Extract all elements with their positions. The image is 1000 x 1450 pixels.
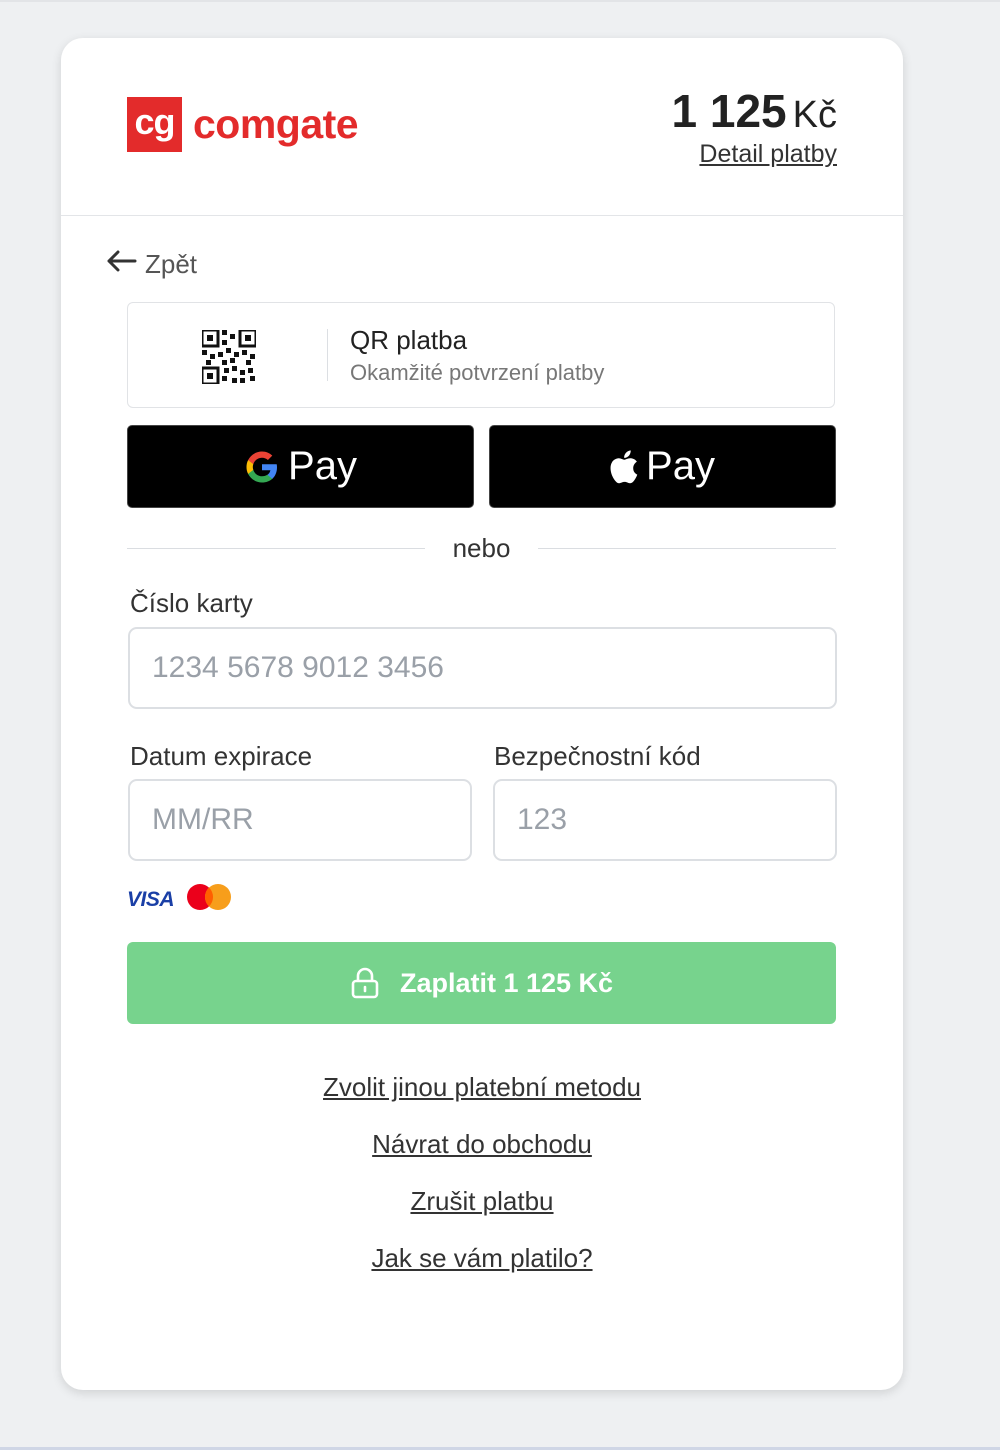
cancel-payment-link[interactable]: Zrušit platbu: [61, 1187, 903, 1244]
card-number-field: [128, 627, 837, 709]
google-g-icon: [244, 449, 280, 485]
footer-links: Zvolit jinou platební metodu Návrat do o…: [61, 1073, 903, 1301]
back-link[interactable]: Zpět: [105, 247, 197, 281]
return-to-shop-link[interactable]: Návrat do obchodu: [61, 1130, 903, 1187]
qr-payment-option[interactable]: QR platba Okamžité potvrzení platby: [127, 302, 835, 408]
lock-icon: [350, 967, 380, 999]
qr-option-subtitle: Okamžité potvrzení platby: [350, 360, 605, 385]
divider-line-right: [538, 547, 836, 549]
payment-detail-link[interactable]: Detail platby: [699, 140, 837, 169]
or-divider-text: nebo: [452, 532, 511, 563]
amount-value: 1 125: [671, 85, 787, 137]
google-pay-button[interactable]: Pay: [127, 425, 474, 508]
cvc-label: Bezpečnostní kód: [494, 741, 701, 771]
pay-submit-label: Zaplatit 1 125 Kč: [399, 967, 614, 998]
cvc-input[interactable]: [495, 781, 835, 859]
divider-line-left: [127, 547, 425, 549]
visa-logo: VISA: [127, 887, 175, 911]
expiry-label: Datum expirace: [130, 741, 313, 771]
amount-summary: 1 125 Kč Detail platby: [672, 84, 837, 169]
pay-submit-button[interactable]: Zaplatit 1 125 Kč: [127, 942, 836, 1024]
payment-card: cg comgate 1 125 Kč Detail platby Zpět Q…: [61, 38, 903, 1390]
back-label: Zpět: [145, 248, 198, 279]
qr-option-title: QR platba: [350, 325, 468, 355]
expiry-field: [128, 779, 472, 861]
choose-other-method-link[interactable]: Zvolit jinou platební metodu: [61, 1073, 903, 1130]
logo-wordmark: comgate: [193, 101, 359, 147]
feedback-link[interactable]: Jak se vám platilo?: [61, 1244, 903, 1301]
comgate-logo: cg comgate: [127, 97, 359, 152]
cvc-field: [493, 779, 837, 861]
apple-pay-button[interactable]: Pay: [489, 425, 836, 508]
expiry-input[interactable]: [130, 781, 470, 859]
card-brands: VISA: [127, 883, 232, 916]
arrow-left-icon: [105, 247, 137, 281]
card-number-input[interactable]: [130, 629, 835, 707]
apple-pay-label: Pay: [646, 444, 715, 488]
mastercard-icon: [186, 883, 232, 916]
window-top-edge: [0, 0, 1000, 2]
google-pay-label: Pay: [288, 444, 357, 488]
or-divider: nebo: [127, 530, 836, 566]
apple-icon: [610, 449, 638, 484]
logo-mark: cg: [127, 97, 182, 152]
amount-currency: Kč: [792, 94, 837, 136]
qr-code-icon: [200, 328, 258, 389]
payment-header: cg comgate 1 125 Kč Detail platby: [61, 38, 903, 216]
card-number-label: Číslo karty: [130, 588, 253, 618]
qr-option-divider: [327, 329, 328, 381]
